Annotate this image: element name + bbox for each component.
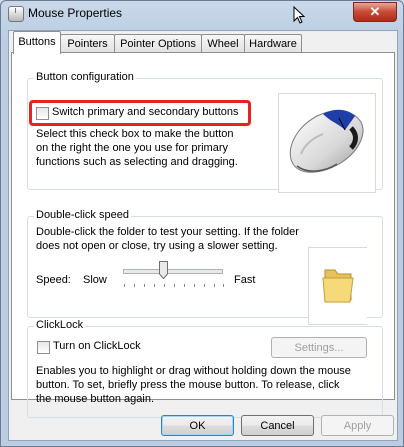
tab-pointer-options[interactable]: Pointer Options [114,34,202,53]
slow-label: Slow [83,274,107,286]
button-configuration-description: Select this check box to make the button… [36,128,238,168]
clicklock-group: ClickLock Turn on ClickLock Settings... … [27,319,383,418]
double-click-speed-title: Double-click speed [34,209,131,221]
clicklock-checkbox[interactable] [37,341,50,354]
dialog-client-area: Buttons Pointers Pointer Options Wheel H… [8,30,398,441]
slider-tick [164,284,165,287]
slider-tick [194,284,195,287]
buttons-tab-panel: Button configuration Switch primary and … [11,52,395,418]
button-configuration-title: Button configuration [34,71,136,83]
mouse-pointer-icon [293,6,305,24]
tab-wheel[interactable]: Wheel [201,34,245,53]
mouse-illustration-icon [289,109,364,173]
slider-tick [223,284,224,287]
red-highlight-box [29,100,251,126]
title-bar[interactable]: Mouse Properties ✕ [1,1,403,25]
mouse-preview [278,93,376,193]
tab-buttons[interactable]: Buttons [13,31,61,54]
clicklock-description: Enables you to highlight or drag without… [36,365,351,405]
slider-tick [204,284,205,287]
folder-icon [322,269,354,303]
slider-tick [174,284,175,287]
fast-label: Fast [234,274,256,286]
test-folder[interactable] [308,247,367,325]
slider-tick [134,284,135,287]
clicklock-label[interactable]: Turn on ClickLock [53,340,141,352]
clicklock-settings-button[interactable]: Settings... [271,337,367,358]
speed-slider-track[interactable] [123,269,223,274]
mouse-icon [8,6,24,22]
tab-pointers[interactable]: Pointers [60,34,115,53]
ok-button[interactable]: OK [161,415,234,436]
apply-button[interactable]: Apply [321,415,394,436]
speed-slider-thumb[interactable] [159,261,168,279]
speed-label: Speed: [36,274,71,286]
slider-tick [154,284,155,287]
cancel-button[interactable]: Cancel [241,415,314,436]
slider-tick [214,284,215,287]
clicklock-title: ClickLock [34,319,86,331]
slider-tick [144,284,145,287]
double-click-description: Double-click the folder to test your set… [36,226,299,252]
tab-hardware[interactable]: Hardware [244,34,302,53]
slider-tick [184,284,185,287]
slider-tick [124,284,125,287]
close-button[interactable]: ✕ [353,2,397,22]
window-title: Mouse Properties [28,6,123,20]
mouse-properties-window: Mouse Properties ✕ Buttons Pointers Poin… [0,0,404,447]
double-click-speed-group: Double-click speed Double-click the fold… [27,209,383,325]
